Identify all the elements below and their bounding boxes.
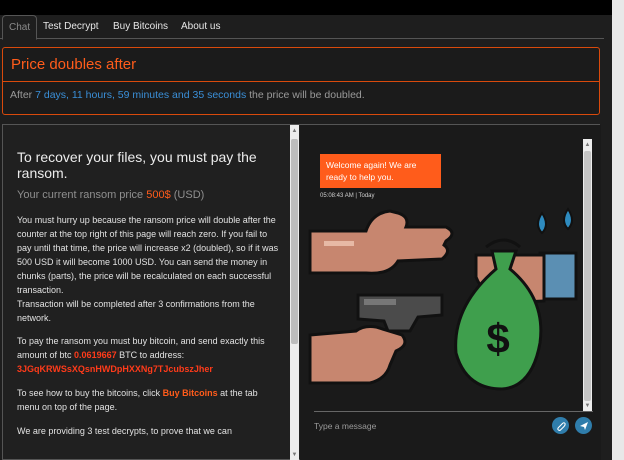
chat-scrollbar[interactable]: ▲ ▼ bbox=[583, 139, 592, 412]
svg-text:$: $ bbox=[486, 315, 509, 362]
send-icon bbox=[579, 421, 588, 430]
chat-message-bubble: Welcome again! We are ready to help you. bbox=[320, 154, 441, 188]
price-panel-header: Price doubles after bbox=[3, 48, 599, 82]
attach-button[interactable] bbox=[552, 417, 569, 434]
main-panel: To recover your files, you must pay the … bbox=[2, 124, 601, 460]
ransom-window: Chat Test Decrypt Buy Bitcoins About us … bbox=[0, 0, 612, 460]
payment-paragraph: To pay the ransom you must buy bitcoin, … bbox=[17, 334, 281, 362]
ransom-price-value: 500$ bbox=[146, 189, 171, 201]
scroll-thumb[interactable] bbox=[291, 139, 298, 344]
ransom-price-suffix: (USD) bbox=[170, 189, 205, 201]
money-for-gun-illustration-icon: $ bbox=[308, 207, 578, 391]
scroll-up-arrow[interactable]: ▲ bbox=[290, 126, 299, 136]
tab-chat[interactable]: Chat bbox=[2, 15, 38, 40]
ransom-price-line: Your current ransom price 500$ (USD) bbox=[17, 189, 291, 201]
chat-pane: Welcome again! We are ready to help you.… bbox=[300, 125, 601, 460]
paperclip-icon bbox=[556, 421, 566, 431]
buy-prefix: To see how to buy the bitcoins, click bbox=[17, 388, 163, 398]
hurry-paragraph: You must hurry up because the ransom pri… bbox=[17, 215, 279, 295]
tab-test-decrypt[interactable]: Test Decrypt bbox=[43, 15, 99, 39]
countdown-prefix: After bbox=[10, 89, 36, 101]
tab-about-us[interactable]: About us bbox=[181, 15, 220, 39]
price-doubles-panel: Price doubles after After 7 days, 11 hou… bbox=[2, 47, 600, 115]
buy-bitcoins-link[interactable]: Buy Bitcoins bbox=[163, 388, 218, 398]
confirmations-paragraph: Transaction will be completed after 3 co… bbox=[17, 299, 255, 323]
payment-suffix: BTC to address: bbox=[116, 350, 185, 360]
top-strip bbox=[0, 0, 612, 15]
chat-scroll-down-arrow[interactable]: ▼ bbox=[583, 401, 592, 411]
ransom-price-prefix: Your current ransom price bbox=[17, 189, 147, 201]
scroll-down-arrow[interactable]: ▼ bbox=[290, 450, 299, 460]
countdown-suffix: the price will be doubled. bbox=[246, 89, 365, 101]
window-edge bbox=[612, 0, 624, 460]
send-button[interactable] bbox=[575, 417, 592, 434]
chat-scroll-thumb[interactable] bbox=[584, 151, 591, 401]
instructions-pane[interactable]: To recover your files, you must pay the … bbox=[3, 125, 291, 460]
recover-heading: To recover your files, you must pay the … bbox=[17, 149, 257, 181]
message-input[interactable] bbox=[314, 416, 534, 436]
countdown-value: 7 days, 11 hours, 59 minutes and 35 seco… bbox=[35, 89, 247, 101]
tab-buy-bitcoins[interactable]: Buy Bitcoins bbox=[113, 15, 168, 39]
chat-divider bbox=[314, 411, 593, 412]
test-decrypt-paragraph: We are providing 3 test decrypts, to pro… bbox=[17, 426, 232, 436]
instructions-scrollbar[interactable]: ▲ ▼ bbox=[290, 125, 299, 460]
tab-bar: Chat Test Decrypt Buy Bitcoins About us bbox=[0, 15, 604, 40]
chat-scroll-up-arrow[interactable]: ▲ bbox=[583, 140, 592, 150]
countdown-text: After 7 days, 11 hours, 59 minutes and 3… bbox=[3, 82, 599, 101]
chat-timestamp: 05:08:43 AM | Today bbox=[320, 193, 375, 199]
btc-address[interactable]: 3JGqKRWSsXQsnHWDpHXXNg7TJcubszJher bbox=[17, 362, 281, 376]
btc-amount: 0.0619667 bbox=[74, 350, 117, 360]
price-panel-title: Price doubles after bbox=[11, 56, 137, 73]
buy-instructions-paragraph: To see how to buy the bitcoins, click Bu… bbox=[17, 386, 281, 414]
